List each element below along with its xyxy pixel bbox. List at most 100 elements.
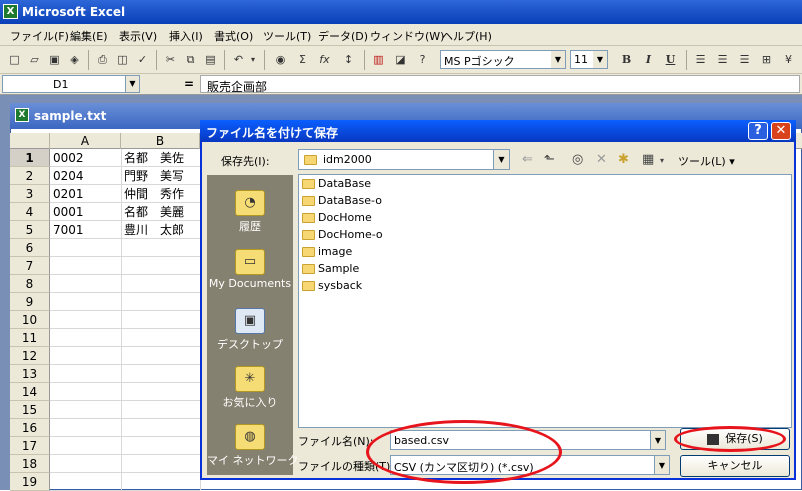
merge-center-icon[interactable]: ⊞ [758,51,775,68]
cell-b[interactable]: 名都 美麗 [121,203,200,221]
tools-menu[interactable]: ツール(L) ▾ [678,153,735,169]
row-header[interactable]: 13 [10,365,50,383]
currency-icon[interactable]: ¥ [780,51,797,68]
row-header[interactable]: 14 [10,383,50,401]
row-header[interactable]: 18 [10,455,50,473]
place-network[interactable]: ◍ マイ ネットワーク [207,418,299,478]
select-all-corner[interactable] [10,133,50,149]
save-icon[interactable]: ▣ [46,51,63,68]
cell-a[interactable]: 0002 [50,149,121,167]
formula-input[interactable]: 販売企画部 [200,75,800,94]
chevron-down-icon[interactable]: ▼ [654,455,670,475]
row-header[interactable]: 5 [10,221,50,239]
row-header[interactable]: 1 [10,149,50,167]
column-header-a[interactable]: A [50,133,121,149]
row-header[interactable]: 16 [10,419,50,437]
new-file-icon[interactable]: □ [6,51,23,68]
views-icon[interactable]: ▦ [642,152,654,167]
cell-a[interactable]: 0001 [50,203,121,221]
save-in-select[interactable]: idm2000 ▼ [298,149,510,170]
cancel-button[interactable]: キャンセル [680,455,790,477]
row-header[interactable]: 3 [10,185,50,203]
row-header[interactable]: 9 [10,293,50,311]
folder-item[interactable]: image [302,245,352,260]
menu-help[interactable]: ヘルプ(H) [442,28,492,44]
row-header[interactable]: 11 [10,329,50,347]
cut-icon[interactable]: ✂ [162,51,179,68]
views-dropdown-icon[interactable]: ▾ [660,156,664,165]
menu-file[interactable]: ファイル(F) [10,28,69,44]
font-name-select[interactable]: MS Pゴシック ▼ [440,50,566,69]
up-folder-icon[interactable]: ⬑ [544,152,555,167]
row-header[interactable]: 15 [10,401,50,419]
sort-ascending-icon[interactable]: ↕ [340,51,357,68]
align-left-icon[interactable]: ☰ [692,51,709,68]
row-header[interactable]: 6 [10,239,50,257]
align-center-icon[interactable]: ☰ [714,51,731,68]
cell-a[interactable]: 0201 [50,185,121,203]
row-header[interactable]: 17 [10,437,50,455]
folder-item[interactable]: DocHome-o [302,228,383,243]
function-icon[interactable]: fx [316,51,333,68]
menu-view[interactable]: 表示(V) [119,28,157,44]
folder-item[interactable]: DataBase-o [302,194,382,209]
help-icon[interactable]: ? [414,51,431,68]
new-folder-icon[interactable]: ✱ [618,152,629,167]
cell-b[interactable]: 名都 美佐 [121,149,200,167]
underline-button[interactable]: U [662,51,679,68]
place-desktop[interactable]: ▣ デスクトップ [207,302,293,362]
help-button[interactable]: ? [748,122,768,140]
close-button[interactable]: ✕ [771,122,791,140]
folder-item[interactable]: Sample [302,262,359,277]
paste-icon[interactable]: ▤ [202,51,219,68]
folder-item[interactable]: DocHome [302,211,372,226]
folder-item[interactable]: DataBase [302,177,371,192]
chevron-down-icon[interactable]: ▼ [650,430,666,450]
search-web-icon[interactable]: ◎ [572,152,583,167]
menu-window[interactable]: ウィンドウ(W) [370,28,444,44]
place-my-documents[interactable]: ▭ My Documents [207,243,293,303]
file-list[interactable] [298,174,792,428]
column-header-b[interactable]: B [121,133,200,149]
row-header[interactable]: 7 [10,257,50,275]
hyperlink-icon[interactable]: ◉ [272,51,289,68]
menu-format[interactable]: 書式(O) [214,28,253,44]
print-preview-icon[interactable]: ◫ [114,51,131,68]
place-favorites[interactable]: ✳ お気に入り [207,360,293,420]
place-history[interactable]: ◔ 履歴 [207,184,293,244]
cell-b[interactable]: 門野 美写 [121,167,200,185]
app-title-bar[interactable]: X Microsoft Excel [0,0,802,24]
autosum-icon[interactable]: Σ [294,51,311,68]
cell-b[interactable]: 豊川 太郎 [121,221,200,239]
dialog-title-bar[interactable]: ファイル名を付けて保存 ? ✕ [200,120,796,142]
cell-a[interactable]: 7001 [50,221,121,239]
align-right-icon[interactable]: ☰ [736,51,753,68]
cell-a[interactable]: 0204 [50,167,121,185]
menu-tools[interactable]: ツール(T) [263,28,311,44]
name-box[interactable]: D1 ▼ [2,75,140,93]
row-header[interactable]: 4 [10,203,50,221]
folder-item[interactable]: sysback [302,279,362,294]
row-header[interactable]: 8 [10,275,50,293]
drawing-icon[interactable]: ◪ [392,51,409,68]
cell-b[interactable]: 仲間 秀作 [121,185,200,203]
chart-wizard-icon[interactable]: ▥ [370,51,387,68]
bold-button[interactable]: B [618,51,635,68]
row-header[interactable]: 2 [10,167,50,185]
open-folder-icon[interactable]: ▱ [26,51,43,68]
font-size-select[interactable]: 11 ▼ [570,50,608,69]
menu-edit[interactable]: 編集(E) [70,28,108,44]
back-arrow-icon[interactable]: ⇐ [522,152,533,167]
menu-insert[interactable]: 挿入(I) [169,28,203,44]
print-icon[interactable]: ⎙ [94,51,111,68]
row-header[interactable]: 19 [10,473,50,491]
row-header[interactable]: 10 [10,311,50,329]
row-header[interactable]: 12 [10,347,50,365]
spelling-icon[interactable]: ✓ [134,51,151,68]
menu-data[interactable]: データ(D) [318,28,368,44]
undo-icon[interactable]: ↶ [230,51,247,68]
italic-button[interactable]: I [640,51,657,68]
delete-icon[interactable]: ✕ [596,152,607,167]
copy-icon[interactable]: ⧉ [182,51,199,68]
undo-dropdown-icon[interactable]: ▾ [248,51,258,68]
